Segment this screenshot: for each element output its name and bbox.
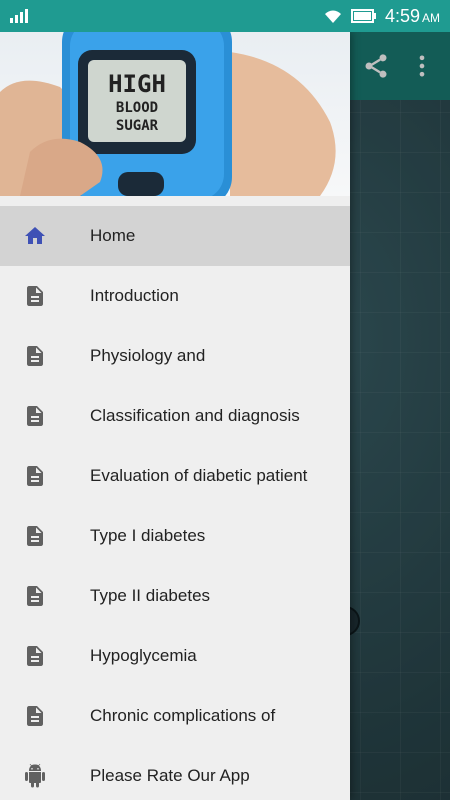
navigation-drawer: HIGH BLOOD SUGAR Home Introduction Physi… bbox=[0, 32, 350, 800]
drawer-menu: Home Introduction Physiology and Classif… bbox=[0, 206, 350, 800]
meter-text-line-3: SUGAR bbox=[116, 118, 159, 134]
document-icon bbox=[0, 464, 90, 488]
document-icon bbox=[0, 584, 90, 608]
menu-item-rate-app[interactable]: Please Rate Our App bbox=[0, 746, 350, 800]
document-icon bbox=[0, 344, 90, 368]
home-icon bbox=[0, 224, 90, 248]
document-icon bbox=[0, 524, 90, 548]
menu-item-type2[interactable]: Type II diabetes bbox=[0, 566, 350, 626]
document-icon bbox=[0, 644, 90, 668]
menu-item-type1[interactable]: Type I diabetes bbox=[0, 506, 350, 566]
drawer-header-image: HIGH BLOOD SUGAR bbox=[0, 32, 350, 196]
android-icon bbox=[0, 763, 90, 789]
clock: 4:59 AM bbox=[384, 5, 440, 26]
menu-item-introduction[interactable]: Introduction bbox=[0, 266, 350, 326]
menu-item-chronic-complications[interactable]: Chronic complications of bbox=[0, 686, 350, 746]
battery-icon bbox=[350, 9, 377, 23]
meter-text-line-1: HIGH bbox=[108, 70, 166, 98]
wifi-icon bbox=[323, 8, 343, 24]
menu-item-evaluation[interactable]: Evaluation of diabetic patient bbox=[0, 446, 350, 506]
status-bar: 4:59 AM bbox=[0, 0, 450, 32]
signal-icon bbox=[10, 9, 28, 23]
meter-text-line-2: BLOOD bbox=[116, 100, 158, 116]
document-icon bbox=[0, 704, 90, 728]
menu-item-classification[interactable]: Classification and diagnosis bbox=[0, 386, 350, 446]
menu-item-home[interactable]: Home bbox=[0, 206, 350, 266]
menu-item-physiology[interactable]: Physiology and bbox=[0, 326, 350, 386]
document-icon bbox=[0, 284, 90, 308]
document-icon bbox=[0, 404, 90, 428]
menu-item-hypoglycemia[interactable]: Hypoglycemia bbox=[0, 626, 350, 686]
